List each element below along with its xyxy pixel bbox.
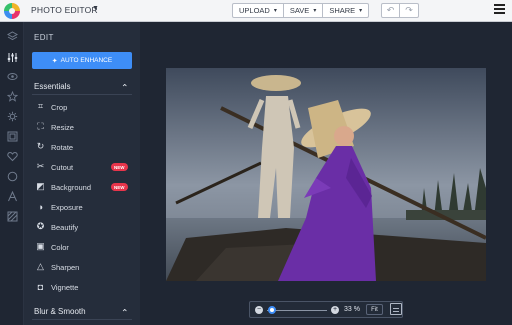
resize-icon: ⛶ — [37, 121, 44, 131]
sliders-icon[interactable] — [6, 51, 18, 63]
eye-icon[interactable] — [6, 70, 18, 82]
panel-title: EDIT — [34, 33, 54, 42]
tool-label: Vignette — [51, 283, 79, 292]
tool-sharpen[interactable]: △ Sharpen — [32, 257, 132, 277]
auto-enhance-label: AUTO ENHANCE — [60, 57, 113, 64]
rotate-icon: ↻ — [36, 141, 45, 151]
app-title[interactable]: PHOTO EDITOR — [31, 5, 98, 15]
tool-label: Background — [51, 183, 92, 192]
file-actions: UPLOAD ▾ SAVE ▾ SHARE ▾ — [232, 3, 370, 18]
app-logo-icon[interactable] — [4, 3, 20, 19]
background-icon: ◩ — [36, 181, 45, 191]
tool-beautify[interactable]: ✪ Beautify — [32, 217, 132, 237]
tool-label: Sharpen — [51, 263, 80, 272]
upload-button[interactable]: UPLOAD ▾ — [233, 4, 284, 17]
vignette-icon: ◘ — [37, 281, 44, 292]
zoom-slider-track[interactable] — [267, 310, 327, 311]
redo-icon[interactable]: ↷ — [400, 4, 418, 17]
zoom-control: − + 33 % Fit — [249, 301, 403, 318]
undo-icon[interactable]: ↶ — [382, 4, 400, 17]
essentials-label: Essentials — [34, 82, 71, 91]
zoom-in-icon[interactable]: + — [331, 306, 339, 314]
beautify-icon: ✪ — [36, 221, 45, 231]
tool-rotate[interactable]: ↻ Rotate — [32, 137, 132, 157]
tool-label: Beautify — [51, 223, 79, 232]
tool-crop[interactable]: ⌗ Crop — [32, 97, 132, 117]
tool-label: Cutout — [51, 163, 74, 172]
tool-category-rail — [0, 22, 24, 325]
texture-icon[interactable] — [6, 210, 18, 222]
zoom-percent: 33 % — [344, 306, 360, 313]
fullscreen-icon[interactable] — [390, 303, 402, 315]
tool-vignette[interactable]: ◘ Vignette — [32, 277, 132, 297]
share-label: SHARE — [329, 6, 356, 15]
tool-label: Crop — [51, 103, 68, 112]
tool-exposure[interactable]: ◑ Exposure — [32, 197, 132, 217]
tool-label: Exposure — [51, 203, 83, 212]
edited-photo[interactable] — [166, 68, 486, 281]
tool-resize[interactable]: ⛶ Resize — [32, 117, 132, 137]
tool-background[interactable]: ◩ Background NEW — [32, 177, 132, 197]
chevron-down-icon[interactable]: ▼ — [92, 5, 99, 12]
save-label: SAVE — [289, 6, 310, 15]
heart-icon[interactable] — [6, 150, 18, 162]
gear-icon[interactable] — [6, 110, 18, 122]
upload-label: UPLOAD — [239, 6, 270, 15]
edit-panel: EDIT ✦ AUTO ENHANCE Essentials ⌄ ⌗ Crop … — [24, 22, 163, 325]
fit-button[interactable]: Fit — [366, 304, 383, 315]
zoom-out-icon[interactable]: − — [255, 306, 263, 314]
top-bar: PHOTO EDITOR ▼ UPLOAD ▾ SAVE ▾ SHARE ▾ ↶ ↷ — [0, 0, 512, 22]
auto-enhance-button[interactable]: ✦ AUTO ENHANCE — [32, 52, 132, 69]
frame-icon[interactable] — [6, 130, 18, 142]
canvas-area: − + 33 % Fit — [140, 22, 512, 325]
tool-color[interactable]: ▣ Color — [32, 237, 132, 257]
tool-label: Color — [51, 243, 69, 252]
new-badge: NEW — [111, 163, 128, 171]
chevron-up-icon: ⌄ — [121, 82, 129, 92]
scissors-icon: ✂ — [36, 161, 45, 171]
tool-label: Rotate — [51, 143, 74, 152]
crop-icon: ⌗ — [37, 101, 44, 111]
star-icon[interactable] — [6, 90, 18, 102]
circle-icon[interactable] — [6, 170, 18, 182]
hamburger-menu-icon[interactable] — [494, 4, 506, 16]
essentials-section-header[interactable]: Essentials ⌄ — [32, 79, 132, 95]
blur-smooth-label: Blur & Smooth — [34, 307, 86, 316]
share-button[interactable]: SHARE ▾ — [323, 4, 368, 17]
chevron-down-icon: ▾ — [273, 8, 277, 14]
new-badge: NEW — [111, 183, 128, 191]
history-controls: ↶ ↷ — [381, 3, 419, 18]
layers-icon[interactable] — [6, 30, 18, 42]
save-button[interactable]: SAVE ▾ — [284, 4, 324, 17]
exposure-icon: ◑ — [37, 201, 44, 212]
zoom-slider-handle[interactable] — [268, 306, 276, 314]
color-icon: ▣ — [36, 241, 45, 251]
chevron-down-icon: ▾ — [359, 8, 363, 14]
blur-smooth-section-header[interactable]: Blur & Smooth ⌄ — [32, 304, 132, 320]
sharpen-icon: △ — [37, 261, 44, 271]
tool-cutout[interactable]: ✂ Cutout NEW — [32, 157, 132, 177]
magic-wand-icon: ✦ — [51, 57, 58, 65]
text-icon[interactable] — [6, 190, 18, 202]
chevron-down-icon: ▾ — [313, 8, 317, 14]
chevron-up-icon: ⌄ — [121, 307, 129, 317]
tool-label: Resize — [51, 123, 74, 132]
